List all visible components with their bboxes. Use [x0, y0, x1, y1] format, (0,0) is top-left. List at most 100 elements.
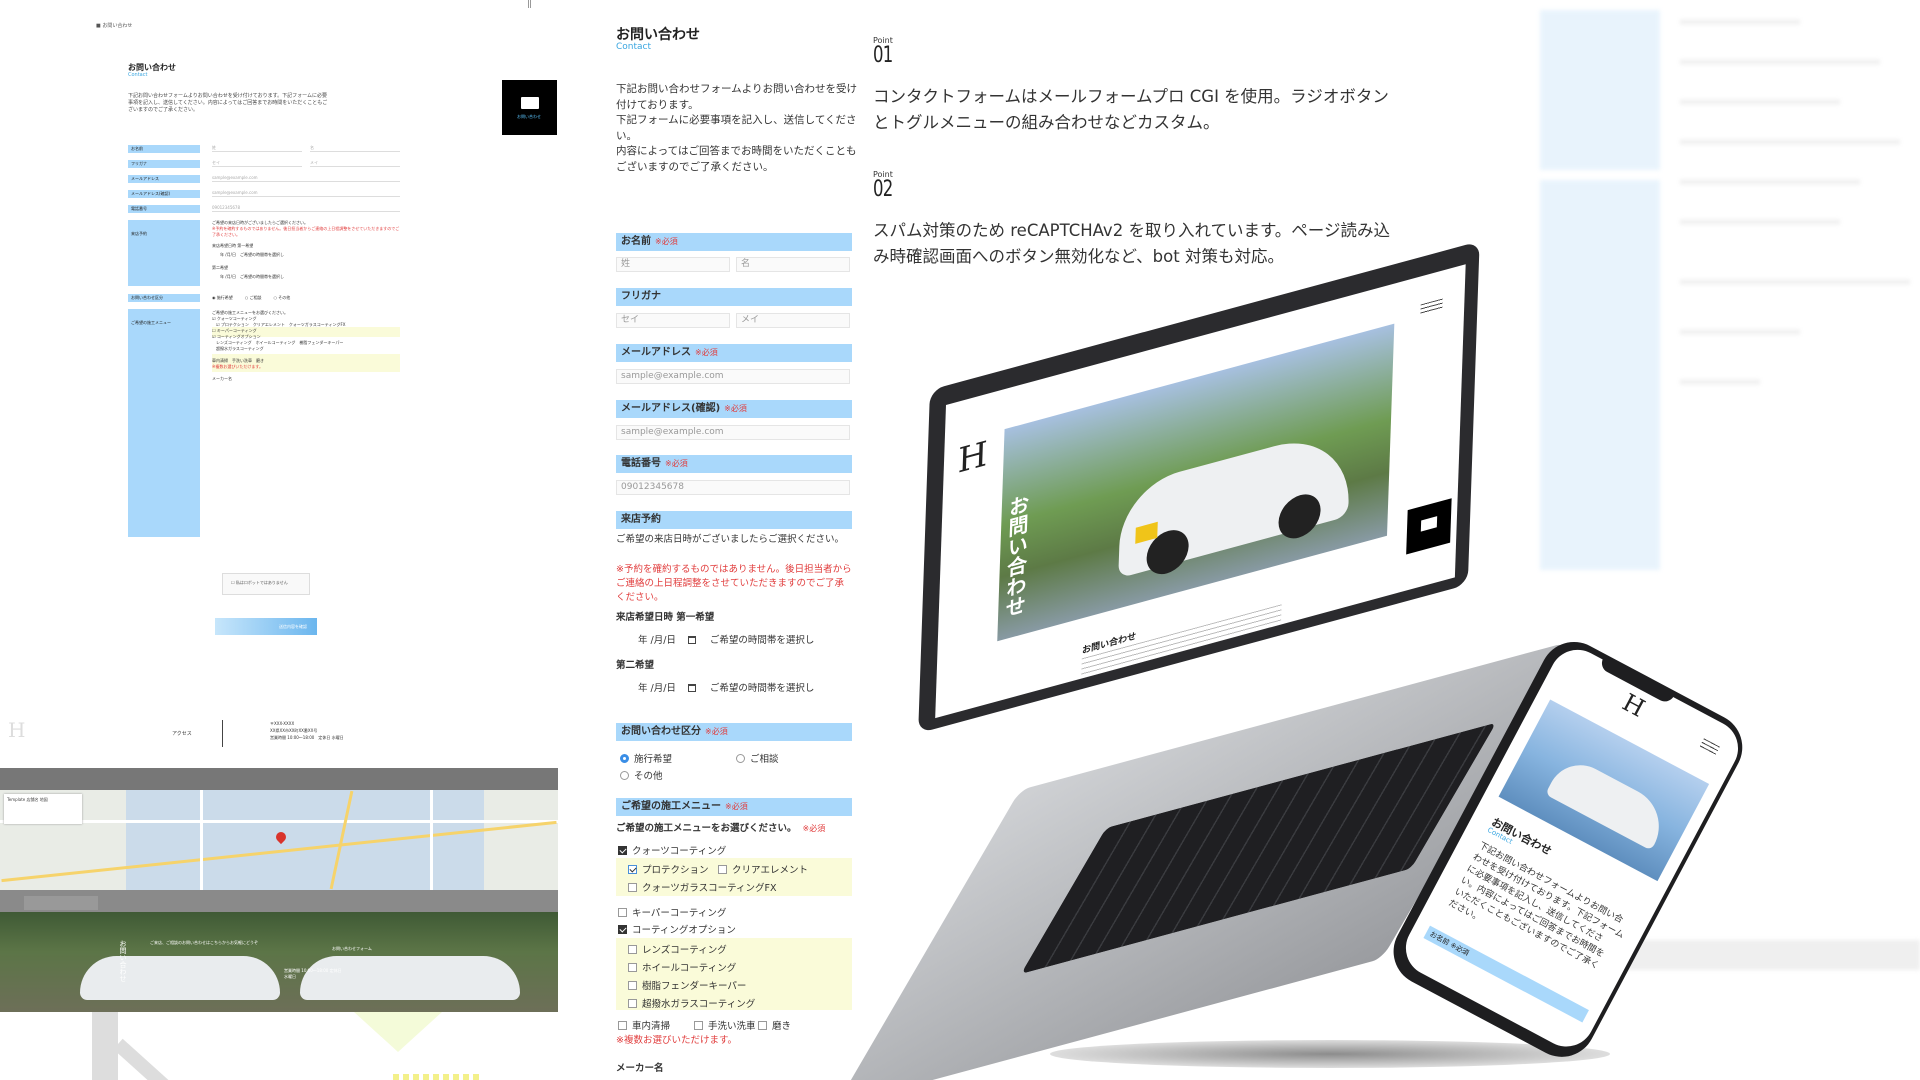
- thumb-map-footer: [0, 890, 558, 912]
- name-first-input[interactable]: 名: [736, 257, 850, 272]
- menu-note: ※複数お選びいただけます。: [616, 1035, 738, 1046]
- menu-check-11[interactable]: 車内清掃: [618, 1018, 670, 1032]
- point-02-heading: Point 02: [873, 170, 899, 201]
- thumb-first-date[interactable]: 年 /月/日 ご希望の時間帯を選択し: [220, 252, 284, 258]
- menu-check-3[interactable]: クリアエレメント: [718, 862, 808, 876]
- thumb-field-email2[interactable]: sample@example.com: [212, 190, 400, 197]
- label-tel: 電話番号 ※必須: [616, 455, 852, 473]
- thumb-page-subtitle: Contact: [128, 72, 148, 78]
- thumb-row-visit: 来店予約: [128, 220, 200, 286]
- menu-check-5[interactable]: キーパーコーティング: [618, 905, 726, 919]
- kana-first-input[interactable]: メイ: [736, 313, 850, 328]
- thumb-hero-form-link[interactable]: お問い合わせフォーム: [332, 946, 372, 952]
- checkbox-icon: [628, 981, 637, 990]
- thumb-hero-banner: お問い合わせ ご来店、ご相談のお問い合わせはこちらからお気軽にどうぞ お問い合わ…: [0, 912, 558, 1012]
- thumb-badge-label: お問い合わせ: [517, 114, 541, 119]
- menu-check-1[interactable]: クォーツコーティング: [618, 843, 726, 857]
- thumb-row-name: お名前: [128, 145, 200, 153]
- laptop-content-title: お問い合わせ: [1081, 631, 1137, 657]
- intro-text: 下記お問い合わせフォームよりお問い合わせを受け付けております。 下記フォームに必…: [616, 83, 857, 173]
- thumb-field-email[interactable]: sample@example.com: [212, 175, 400, 182]
- checkbox-checked-icon: [618, 925, 627, 934]
- tel-input[interactable]: 09012345678: [616, 480, 850, 495]
- label-category: お問い合わせ区分 ※必須: [616, 723, 852, 741]
- mail-icon: [521, 97, 539, 109]
- thumb-category-options[interactable]: ◉ 施行希望 ○ ご相談 ○ その他: [212, 295, 402, 301]
- second-choice-date[interactable]: 年 /月/日 ご希望の時間帯を選択し: [638, 680, 814, 694]
- menu-check-8[interactable]: ホイールコーティング: [628, 960, 736, 974]
- background-blurred-page: [1530, 0, 1920, 1080]
- menu-check-12[interactable]: 手洗い洗車: [694, 1018, 756, 1032]
- label-email: メールアドレス ※必須: [616, 344, 852, 362]
- thumb-recaptcha[interactable]: ☐ 私はロボットではありません: [222, 573, 310, 595]
- thumb-field-kana-first[interactable]: メイ: [310, 160, 400, 167]
- menu-check-13[interactable]: 磨き: [758, 1018, 791, 1032]
- laptop-keyboard: [1020, 722, 1497, 974]
- visit-prompt: ご希望の来店日時がございましたらご選択ください。: [616, 534, 845, 545]
- page-subtitle: Contact: [616, 42, 652, 52]
- thumb-field-tel[interactable]: 09012345678: [212, 205, 400, 212]
- email-confirm-input[interactable]: sample@example.com: [616, 425, 850, 440]
- label-name: お名前 ※必須: [616, 233, 852, 251]
- thumb-field-last[interactable]: 姓: [212, 145, 302, 152]
- scroll-indicator: [528, 0, 531, 8]
- radio-selected-icon: [620, 754, 629, 763]
- thumb-map-card[interactable]: Template 店舗名 地図: [4, 794, 82, 824]
- thumb-footer-logo: H: [8, 718, 26, 742]
- thumb-access-label[interactable]: アクセス: [172, 730, 192, 737]
- radio-icon: [736, 754, 745, 763]
- checkbox-icon: [628, 999, 637, 1008]
- thumb-second-choice: 第二希望: [212, 265, 228, 270]
- menu-check-6[interactable]: コーティングオプション: [618, 922, 736, 936]
- email-input[interactable]: sample@example.com: [616, 369, 850, 384]
- radio-option-2[interactable]: ご相談: [736, 751, 779, 765]
- laptop-screen: H お問い合わせ お問い合わせ: [935, 264, 1466, 719]
- visit-note: ※予約を確約するものではありません。後日担当者からご連絡の上日程調整をさせていた…: [616, 564, 852, 603]
- page-title: お問い合わせ: [616, 27, 700, 43]
- checkbox-icon: [718, 865, 727, 874]
- menu-check-9[interactable]: 樹脂フェンダーキーパー: [628, 978, 746, 992]
- laptop-logo: H: [957, 433, 989, 483]
- page-thumbnail: ■ お問い合わせ お問い合わせ Contact 下記お問い合わせフォームよりお問…: [0, 0, 558, 1080]
- checkbox-icon: [628, 945, 637, 954]
- thumb-row-tel: 電話番号: [128, 205, 200, 213]
- laptop-content-lines: [1081, 604, 1282, 679]
- checkbox-icon: [618, 1021, 627, 1030]
- second-choice-label: 第二希望: [616, 660, 655, 671]
- label-email-confirm: メールアドレス(確認) ※必須: [616, 400, 852, 418]
- kana-last-input[interactable]: セイ: [616, 313, 730, 328]
- hamburger-menu-icon[interactable]: [1420, 298, 1443, 315]
- calendar-icon: [687, 684, 696, 692]
- thumb-map[interactable]: Template 店舗名 地図: [0, 790, 558, 890]
- checkbox-checked-icon: [618, 846, 627, 855]
- radio-option-3[interactable]: その他: [620, 768, 663, 782]
- label-kana: フリガナ: [616, 288, 852, 306]
- thumb-contact-badge[interactable]: お問い合わせ: [502, 80, 557, 135]
- thumb-menu-list[interactable]: ご希望の施工メニューをお選びください。 ☑ クォーツコーティング ☑ プロテクシ…: [212, 310, 402, 382]
- thumb-field-first[interactable]: 名: [310, 145, 400, 152]
- thumb-submit-button[interactable]: 送信内容を確認: [215, 618, 317, 635]
- thumb-second-date[interactable]: 年 /月/日 ご希望の時間帯を選択し: [220, 274, 284, 280]
- checkbox-checked-icon: [628, 865, 637, 874]
- checkbox-icon: [758, 1021, 767, 1030]
- laptop-contact-badge[interactable]: [1406, 498, 1452, 555]
- thumb-field-kana-last[interactable]: セイ: [212, 160, 302, 167]
- thumb-bottom-decor: [0, 1012, 558, 1080]
- name-last-input[interactable]: 姓: [616, 257, 730, 272]
- menu-check-4[interactable]: クォーツガラスコーティングFX: [628, 880, 777, 894]
- thumb-intro-text: 下記お問い合わせフォームよりお問い合わせを受け付けております。下記フォームに必要…: [128, 93, 328, 113]
- checkbox-icon: [694, 1021, 703, 1030]
- thumb-row-email2: メールアドレス(確認): [128, 190, 200, 198]
- laptop-hero-image: [997, 323, 1395, 642]
- phone-subtitle: Contact: [1486, 825, 1514, 846]
- menu-check-2[interactable]: プロテクション: [628, 862, 709, 876]
- thumb-divider: [222, 720, 223, 747]
- menu-check-7[interactable]: レンズコーティング: [628, 942, 727, 956]
- menu-check-10[interactable]: 超撥水ガラスコーティング: [628, 996, 755, 1010]
- first-choice-date[interactable]: 年 /月/日 ご希望の時間帯を選択し: [638, 632, 814, 646]
- thumb-address: 〒XXX-XXXX XX県XX市XX町XX番XX号 営業時間 10:00〜18:…: [270, 721, 344, 740]
- maker-label: メーカー名: [616, 1063, 664, 1074]
- point-01-text: コンタクトフォームはメールフォームプロ CGI を使用。ラジオボタンとトグルメニ…: [873, 87, 1389, 132]
- radio-icon: [620, 771, 629, 780]
- radio-option-1[interactable]: 施行希望: [620, 751, 672, 765]
